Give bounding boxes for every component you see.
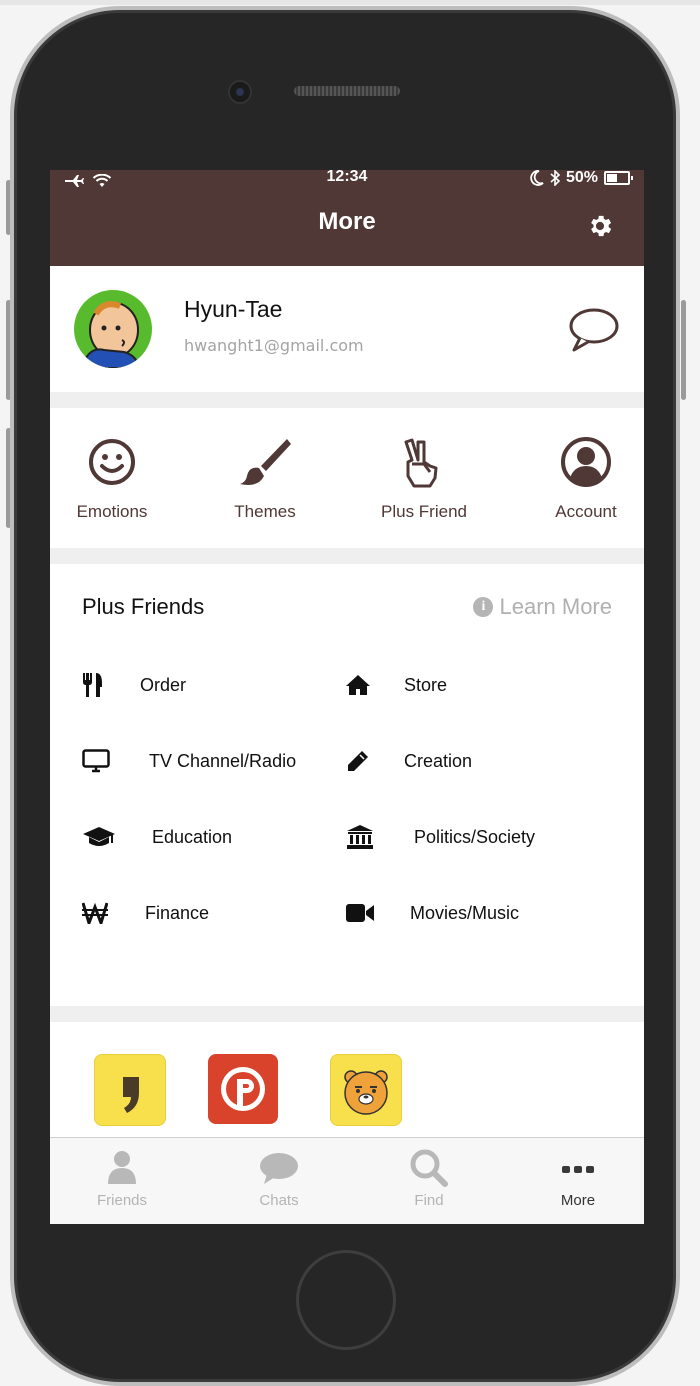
tab-friends[interactable]: Friends (62, 1148, 182, 1209)
section-divider (50, 392, 644, 408)
plus-friends-title: Plus Friends (82, 594, 205, 619)
quick-themes[interactable]: Themes (195, 436, 335, 522)
home-icon (346, 672, 376, 698)
front-camera (228, 80, 252, 104)
profile-name: Hyun-Tae (184, 296, 283, 322)
kakaopage-app-icon[interactable] (94, 1054, 166, 1126)
victory-hand-icon (404, 438, 438, 488)
learn-more-label: Learn More (499, 594, 612, 619)
category-order[interactable]: Order (82, 670, 186, 700)
tab-label: More (560, 1192, 596, 1209)
home-button[interactable] (296, 1250, 396, 1350)
smiley-icon (89, 439, 135, 485)
earpiece-speaker (294, 86, 400, 96)
speech-bubble-icon (260, 1153, 298, 1184)
chat-bubble-icon[interactable] (568, 306, 620, 354)
monitor-icon (82, 748, 112, 774)
category-label: Education (152, 826, 233, 847)
section-divider (50, 1006, 644, 1022)
tab-more[interactable]: More (518, 1148, 638, 1209)
more-dots-icon (562, 1166, 594, 1173)
category-label: Politics/Society (414, 826, 536, 847)
category-label: Creation (404, 750, 473, 771)
user-circle-icon (561, 437, 611, 487)
quick-label: Emotions (76, 502, 148, 521)
category-label: TV Channel/Radio (149, 750, 297, 771)
won-icon (82, 900, 112, 926)
bluetooth-icon (550, 170, 560, 186)
battery-icon (604, 171, 633, 185)
nav-bar: More (50, 192, 644, 266)
section-divider (50, 548, 644, 564)
category-store[interactable]: Store (346, 670, 447, 700)
kakaostory-app-icon[interactable] (208, 1054, 278, 1124)
quick-emotions[interactable]: Emotions (50, 436, 182, 522)
info-icon: i (473, 597, 494, 617)
app-screen: 12:34 50% More Hyun-Tae hwanght1@gmail.c… (50, 170, 644, 1224)
profile-section[interactable]: Hyun-Tae hwanght1@gmail.com (50, 266, 644, 392)
tab-label: Chats (259, 1192, 299, 1209)
tab-label: Find (414, 1192, 444, 1209)
search-icon (410, 1149, 448, 1187)
battery-percent: 50% (565, 170, 598, 186)
page-title: More (318, 208, 376, 235)
category-creation[interactable]: Creation (346, 746, 472, 776)
browser-edge (0, 0, 700, 5)
quick-label: Themes (234, 502, 296, 521)
video-camera-icon (346, 900, 376, 926)
moon-icon (530, 170, 544, 186)
status-bar: 12:34 50% (50, 170, 644, 192)
category-label: Finance (145, 902, 210, 923)
paintbrush-icon (240, 439, 291, 485)
quick-actions: Emotions Themes Plus Friend Account (50, 408, 644, 548)
quick-label: Account (555, 502, 617, 521)
profile-email: hwanght1@gmail.com (184, 336, 364, 355)
category-label: Order (140, 674, 187, 695)
bank-icon (346, 824, 376, 850)
kakaofriends-app-icon[interactable] (330, 1054, 402, 1126)
learn-more-link[interactable]: i Learn More (473, 594, 612, 620)
apps-section (50, 1022, 644, 1138)
tab-label: Friends (96, 1192, 148, 1209)
power-button (681, 300, 686, 400)
quick-plus-friend[interactable]: Plus Friend (354, 436, 494, 522)
fork-knife-icon (82, 672, 112, 698)
pencil-icon (346, 748, 376, 774)
gear-icon[interactable] (586, 212, 614, 240)
category-tv-radio[interactable]: TV Channel/Radio (82, 746, 296, 776)
category-politics[interactable]: Politics/Society (346, 822, 535, 852)
tab-bar: Friends Chats Find More (50, 1137, 644, 1224)
tab-find[interactable]: Find (369, 1148, 489, 1209)
category-finance[interactable]: Finance (82, 898, 209, 928)
cartoon-face-icon (80, 301, 140, 368)
category-label: Store (404, 674, 448, 695)
quick-account[interactable]: Account (516, 436, 644, 522)
category-label: Movies/Music (410, 902, 520, 923)
category-movies[interactable]: Movies/Music (346, 898, 519, 928)
graduation-cap-icon (82, 824, 116, 850)
plus-friends-section: Plus Friends i Learn More Order Store TV… (50, 564, 644, 1006)
quick-label: Plus Friend (381, 502, 467, 521)
tab-chats[interactable]: Chats (219, 1148, 339, 1209)
category-education[interactable]: Education (82, 822, 232, 852)
person-icon (108, 1151, 136, 1184)
avatar[interactable] (74, 290, 152, 368)
